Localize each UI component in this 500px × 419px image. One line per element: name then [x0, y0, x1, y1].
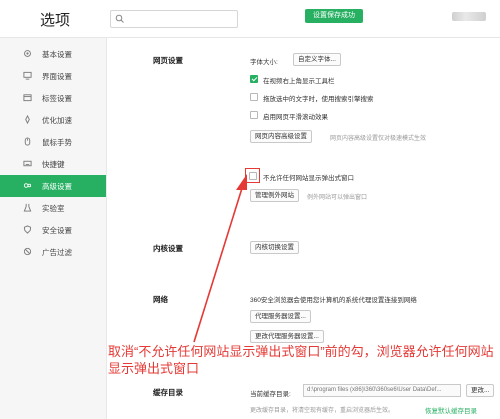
network-title: 网络 — [153, 295, 168, 304]
sidebar-item-shortcuts[interactable]: 快捷键 — [0, 153, 106, 175]
search-icon — [115, 14, 124, 23]
cache-current-label: 当前缓存目录: — [250, 391, 291, 398]
sidebar-item-tabs[interactable]: 标签设置 — [0, 87, 106, 109]
content-advanced-hint: 网页内容高级设置仅对极速模式生效 — [330, 136, 427, 142]
block-icon — [23, 247, 32, 256]
kernel-switch-button[interactable]: 内核切换设置 — [250, 241, 299, 254]
sidebar-item-interface[interactable]: 界面设置 — [0, 65, 106, 87]
sidebar-item-label: 安全设置 — [42, 225, 72, 235]
search-input[interactable] — [110, 10, 238, 28]
proxy-settings-button[interactable]: 代理服务器设置... — [250, 310, 311, 323]
content-advanced-button[interactable]: 网页内容高级设置 — [250, 130, 312, 143]
toolbar-checkbox[interactable] — [250, 75, 258, 83]
popup-block-checkbox[interactable] — [249, 172, 257, 180]
mouse-icon — [24, 137, 31, 146]
sidebar-item-adblock[interactable]: 广告过滤 — [0, 241, 106, 263]
change-proxy-button[interactable]: 更改代理服务器设置... — [250, 330, 324, 343]
sidebar-item-label: 实验室 — [42, 203, 65, 213]
manage-exceptions-button[interactable]: 管理例外网站 — [250, 189, 299, 202]
sidebar-item-label: 高级设置 — [42, 181, 72, 191]
smooth-scroll-option-label: 启用网页平滑滚动效果 — [263, 114, 328, 121]
sidebar-item-label: 标签设置 — [42, 93, 72, 103]
manage-exceptions-hint: 例外网站可以弹出窗口 — [307, 195, 368, 201]
shield-icon — [23, 225, 32, 234]
saved-status-badge: 设置保存成功 — [305, 9, 363, 23]
restore-cache-link[interactable]: 恢复默认缓存目录 — [425, 405, 477, 415]
sidebar-item-advanced[interactable]: 高级设置 — [0, 175, 106, 197]
drag-search-checkbox[interactable] — [250, 93, 258, 101]
keyboard-icon — [23, 160, 32, 167]
cache-hint: 更改缓存目录，将清空现有缓存，重启浏览器后生效。 — [250, 408, 395, 414]
window-header: 选项 设置保存成功 — [0, 0, 500, 38]
sidebar-item-security[interactable]: 安全设置 — [0, 219, 106, 241]
sidebar-item-label: 广告过滤 — [42, 247, 72, 257]
sidebar: 基本设置 界面设置 标签设置 优化加速 鼠标手势 快捷键 高级设置 实验室 安全… — [0, 38, 107, 419]
sidebar-item-label: 界面设置 — [42, 71, 72, 81]
custom-font-button[interactable]: 自定义字体... — [293, 53, 341, 66]
sidebar-item-label: 鼠标手势 — [42, 137, 72, 147]
change-cache-button[interactable]: 更改... — [466, 384, 495, 397]
lab-icon — [23, 203, 32, 212]
smooth-scroll-checkbox[interactable] — [250, 111, 258, 119]
sidebar-item-mouse[interactable]: 鼠标手势 — [0, 131, 106, 153]
gear-icon — [24, 50, 31, 57]
sidebar-item-optimize[interactable]: 优化加速 — [0, 109, 106, 131]
web-settings-title: 网页设置 — [153, 56, 183, 65]
drag-search-option-label: 拖放选中的文字时，使用搜索引擎搜索 — [263, 96, 374, 103]
monitor-icon — [23, 71, 32, 80]
annotation-text: 取消“不允许任何网站显示弹出式窗口”前的勾，浏览器允许任何网站显示弹出式窗口 — [108, 344, 494, 376]
sidebar-item-label: 快捷键 — [42, 159, 65, 169]
network-description: 360安全浏览器会使用您计算机的系统代理设置连接到网络 — [250, 297, 417, 304]
sidebar-item-label: 优化加速 — [42, 115, 72, 125]
kernel-settings-title: 内核设置 — [153, 244, 183, 253]
popup-block-option-label: 不允许任何网站显示弹出式窗口 — [263, 175, 354, 182]
font-size-label: 字体大小: — [250, 59, 278, 66]
cache-directory-title: 缓存目录 — [153, 388, 183, 397]
user-avatar[interactable] — [452, 12, 486, 21]
toolbar-option-label: 在视频右上角显示工具栏 — [263, 78, 335, 85]
tabs-icon — [23, 94, 32, 102]
sidebar-item-basic[interactable]: 基本设置 — [0, 43, 106, 65]
cache-path-field[interactable]: d:\program files (x86)\360\360se6\User D… — [303, 384, 461, 397]
sidebar-item-label: 基本设置 — [42, 49, 72, 59]
sidebar-item-lab[interactable]: 实验室 — [0, 197, 106, 219]
advanced-icon — [23, 183, 32, 188]
page-title: 选项 — [40, 12, 71, 29]
rocket-icon — [25, 115, 30, 124]
